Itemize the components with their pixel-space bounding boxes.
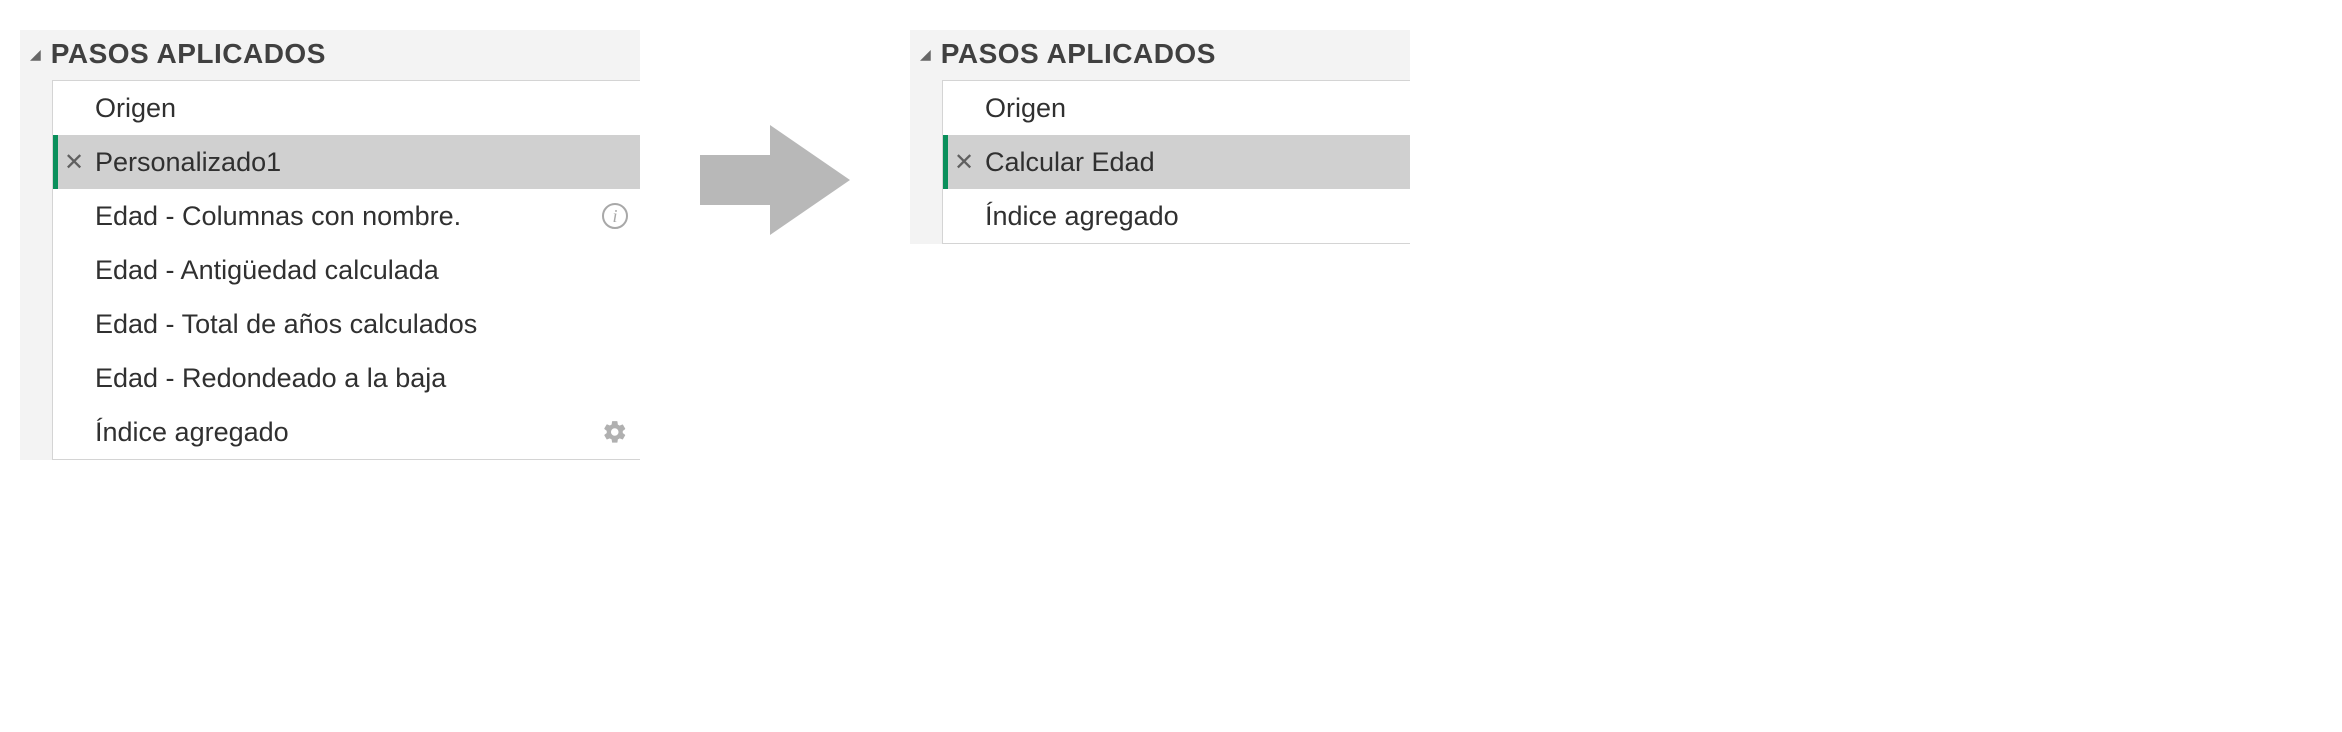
step-calcular-edad[interactable]: ✕ Calcular Edad [943, 135, 1410, 189]
steps-list-before: Origen ✕ Personalizado1 Edad - Columnas … [52, 80, 640, 460]
gear-icon[interactable] [602, 419, 628, 445]
step-edad-total-anos[interactable]: Edad - Total de años calculados [53, 297, 640, 351]
step-edad-columnas[interactable]: Edad - Columnas con nombre. i [53, 189, 640, 243]
steps-list-after: Origen ✕ Calcular Edad Índice agregado [942, 80, 1410, 244]
arrow-icon [700, 120, 850, 240]
panel-header[interactable]: ◢ PASOS APLICADOS [20, 30, 640, 76]
step-label: Edad - Redondeado a la baja [95, 363, 628, 394]
step-label: Edad - Antigüedad calculada [95, 255, 628, 286]
applied-steps-panel-after: ◢ PASOS APLICADOS Origen ✕ Calcular Edad… [910, 30, 1410, 244]
step-indice-agregado[interactable]: Índice agregado [53, 405, 640, 459]
info-icon[interactable]: i [602, 203, 628, 229]
step-label: Índice agregado [985, 201, 1398, 232]
collapse-icon[interactable]: ◢ [920, 47, 931, 61]
step-label: Origen [95, 93, 628, 124]
step-label: Origen [985, 93, 1398, 124]
step-edad-redondeado[interactable]: Edad - Redondeado a la baja [53, 351, 640, 405]
step-origen[interactable]: Origen [943, 81, 1410, 135]
delete-step-icon[interactable]: ✕ [53, 148, 95, 177]
step-edad-antiguedad[interactable]: Edad - Antigüedad calculada [53, 243, 640, 297]
step-personalizado1[interactable]: ✕ Personalizado1 [53, 135, 640, 189]
step-label: Edad - Columnas con nombre. [95, 201, 596, 232]
applied-steps-panel-before: ◢ PASOS APLICADOS Origen ✕ Personalizado… [20, 30, 640, 460]
step-label: Edad - Total de años calculados [95, 309, 628, 340]
step-indice-agregado[interactable]: Índice agregado [943, 189, 1410, 243]
step-origen[interactable]: Origen [53, 81, 640, 135]
step-label: Calcular Edad [985, 147, 1398, 178]
step-label: Índice agregado [95, 417, 596, 448]
panel-title: PASOS APLICADOS [51, 38, 326, 70]
collapse-icon[interactable]: ◢ [30, 47, 41, 61]
delete-step-icon[interactable]: ✕ [943, 148, 985, 177]
panel-header[interactable]: ◢ PASOS APLICADOS [910, 30, 1410, 76]
panel-title: PASOS APLICADOS [941, 38, 1216, 70]
step-label: Personalizado1 [95, 147, 628, 178]
